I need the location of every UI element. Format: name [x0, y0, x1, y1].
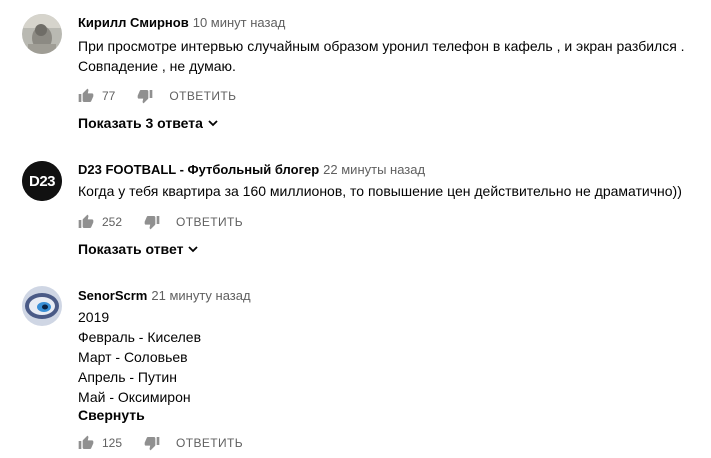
avatar[interactable]: D23: [22, 161, 62, 201]
show-replies-label: Показать 3 ответа: [78, 115, 203, 131]
comment-header: Кирилл Смирнов 10 минут назад: [78, 15, 285, 30]
comment-header: SenorScrm 21 минуту назад: [78, 288, 251, 303]
show-replies-label: Показать ответ: [78, 241, 184, 257]
reply-button[interactable]: ОТВЕТИТЬ: [176, 436, 243, 450]
comment-line: Февраль - Киселев: [78, 329, 202, 345]
comment-line: Март - Соловьев: [78, 349, 188, 365]
comment-actions: 125 ОТВЕТИТЬ: [78, 433, 243, 453]
avatar-image: [22, 286, 62, 326]
comment-actions: 77 ОТВЕТИТЬ: [78, 86, 236, 106]
comment-time[interactable]: 21 минуту назад: [151, 288, 250, 303]
author-name[interactable]: D23 FOOTBALL - Футбольный блогер: [78, 162, 319, 177]
like-count: 252: [102, 215, 123, 229]
thumb-down-icon[interactable]: [137, 88, 153, 104]
comment-time[interactable]: 22 минуты назад: [323, 162, 425, 177]
comment-header: D23 FOOTBALL - Футбольный блогер 22 минут…: [78, 162, 425, 177]
chevron-down-icon: [188, 246, 199, 253]
avatar[interactable]: [22, 14, 62, 54]
author-name[interactable]: Кирилл Смирнов: [78, 15, 189, 30]
comment-text: Когда у тебя квартира за 160 миллионов, …: [78, 181, 682, 201]
like-count: 125: [102, 436, 123, 450]
reply-button[interactable]: ОТВЕТИТЬ: [176, 215, 243, 229]
thumb-down-icon[interactable]: [144, 214, 160, 230]
avatar-image: [22, 14, 62, 54]
comment-actions: 252 ОТВЕТИТЬ: [78, 212, 243, 232]
reply-button[interactable]: ОТВЕТИТЬ: [169, 89, 236, 103]
chevron-down-icon: [208, 120, 218, 127]
avatar-logo: D23: [22, 161, 62, 201]
show-replies-button[interactable]: Показать ответ: [78, 241, 199, 257]
comment-line: При просмотре интервью случайным образом…: [78, 38, 685, 54]
comment-time[interactable]: 10 минут назад: [193, 15, 286, 30]
avatar[interactable]: [22, 286, 62, 326]
avatar-logo-text: D23: [29, 173, 55, 190]
comment-text: 2019 Февраль - Киселев Март - Соловьев А…: [78, 307, 201, 407]
thumb-down-icon[interactable]: [144, 435, 160, 451]
comment-line: 2019: [78, 309, 110, 325]
comment-line: Апрель - Путин: [78, 369, 177, 385]
like-count: 77: [102, 89, 116, 103]
thumb-up-icon[interactable]: [78, 435, 94, 451]
thumb-up-icon[interactable]: [78, 88, 94, 104]
thumb-up-icon[interactable]: [78, 214, 94, 230]
comment-text: При просмотре интервью случайным образом…: [78, 36, 685, 76]
comment-line: Май - Оксимирон: [78, 389, 191, 405]
comment-line: Когда у тебя квартира за 160 миллионов, …: [78, 183, 682, 199]
collapse-button[interactable]: Свернуть: [78, 407, 145, 423]
comment-line: Совпадение , не думаю.: [78, 58, 236, 74]
show-replies-button[interactable]: Показать 3 ответа: [78, 115, 219, 131]
author-name[interactable]: SenorScrm: [78, 288, 147, 303]
